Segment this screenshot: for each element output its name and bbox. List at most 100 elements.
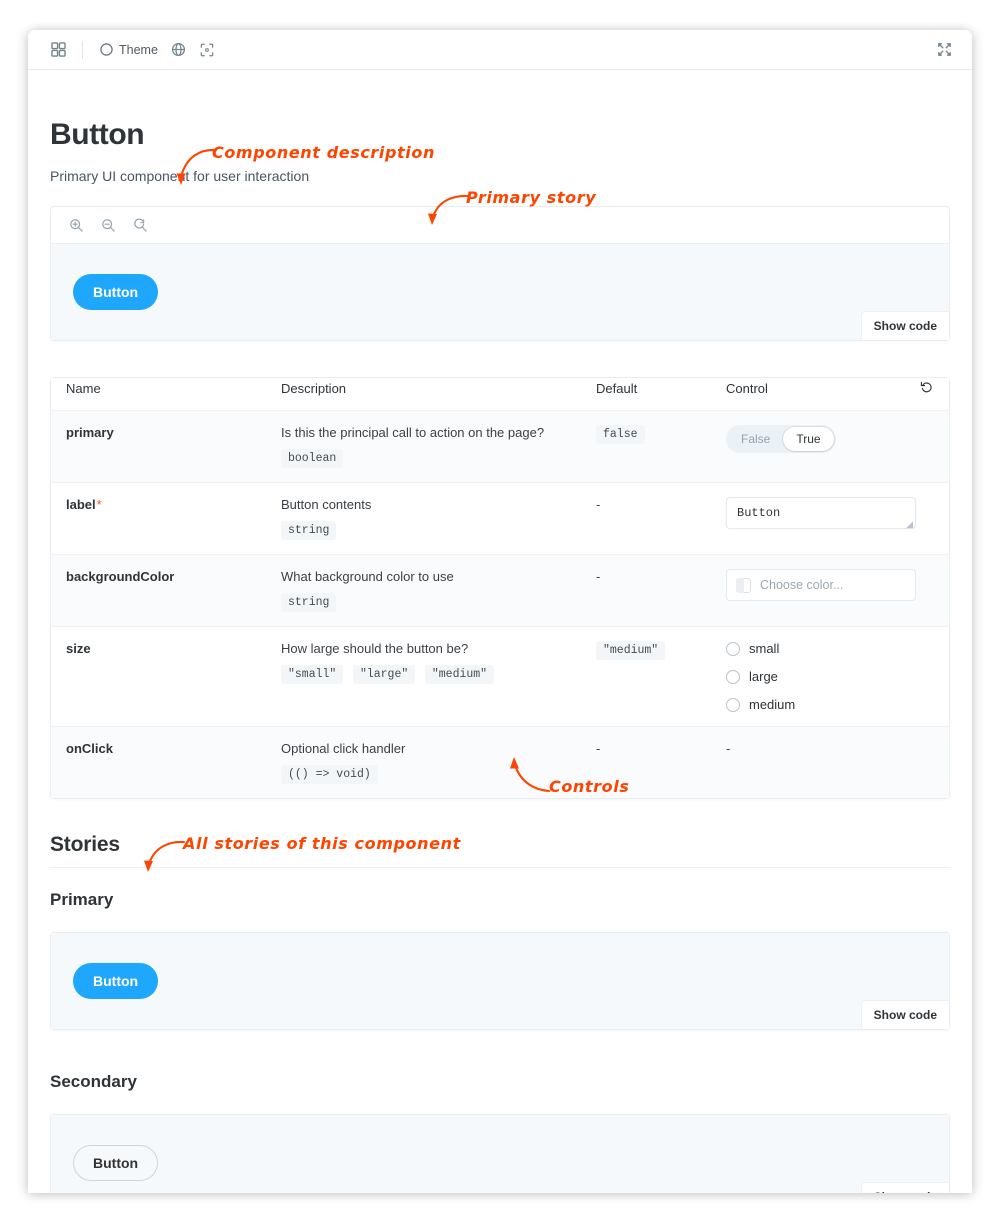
story-secondary: Secondary Button Show code xyxy=(50,1072,950,1193)
header-name: Name xyxy=(51,378,266,410)
page-title: Button xyxy=(50,118,950,152)
zoom-reset-icon[interactable] xyxy=(127,212,153,238)
radio-option-large[interactable]: large xyxy=(726,669,934,684)
arg-name: size xyxy=(66,641,91,656)
measure-icon[interactable] xyxy=(193,36,221,64)
color-swatch-icon[interactable] xyxy=(736,578,751,593)
arg-name-cell: label* xyxy=(51,482,266,554)
arg-name-cell: primary xyxy=(51,410,266,482)
arg-default: - xyxy=(596,569,600,584)
arg-description-cell: What background color to use string xyxy=(266,554,581,626)
arg-default-cell: - xyxy=(581,726,711,798)
table-row: size How large should the button be? "sm… xyxy=(51,626,949,726)
arg-type: (() => void) xyxy=(281,765,378,784)
radio-option-medium[interactable]: medium xyxy=(726,697,934,712)
story-preview: Button Show code xyxy=(50,1114,950,1193)
toggle-true-option[interactable]: True xyxy=(783,427,833,451)
header-control: Control xyxy=(711,378,905,410)
toolbar-divider xyxy=(82,41,83,59)
arg-default: - xyxy=(596,741,600,756)
radio-icon[interactable] xyxy=(726,670,740,684)
arg-name: primary xyxy=(66,425,114,440)
table-row: backgroundColor What background color to… xyxy=(51,554,949,626)
label-textarea-control[interactable] xyxy=(726,497,916,529)
docs-page: Button Primary UI component for user int… xyxy=(50,118,950,1193)
stories-heading: Stories xyxy=(50,833,950,868)
text-control-wrapper: ◢ xyxy=(726,497,916,532)
arg-default: "medium" xyxy=(596,641,665,660)
preview-stage: Button Show code xyxy=(51,244,949,340)
boolean-toggle-control[interactable]: False True xyxy=(726,425,836,453)
show-code-button[interactable]: Show code xyxy=(861,311,949,340)
arg-type: "medium" xyxy=(425,665,494,684)
story-button[interactable]: Button xyxy=(73,963,158,999)
arg-control-cell: ◢ xyxy=(711,482,949,554)
arg-control-cell: Choose color... xyxy=(711,554,949,626)
docs-content: Button Primary UI component for user int… xyxy=(28,70,972,1193)
arg-description: What background color to use xyxy=(281,569,566,584)
story-button[interactable]: Button xyxy=(73,1145,158,1181)
required-asterisk: * xyxy=(97,497,102,512)
arg-control-cell: small large medium xyxy=(711,626,949,726)
radio-label[interactable]: large xyxy=(749,669,778,684)
top-toolbar: Theme xyxy=(28,30,972,70)
arg-description-cell: Button contents string xyxy=(266,482,581,554)
arg-default-cell: false xyxy=(581,410,711,482)
arg-description: Optional click handler xyxy=(281,741,566,756)
arg-name-cell: onClick xyxy=(51,726,266,798)
color-picker-control[interactable]: Choose color... xyxy=(726,569,916,601)
arg-name: backgroundColor xyxy=(66,569,174,584)
arg-name-cell: size xyxy=(51,626,266,726)
radio-option-small[interactable]: small xyxy=(726,641,934,656)
color-input-placeholder[interactable]: Choose color... xyxy=(760,578,843,592)
arg-description-cell: How large should the button be? "small" … xyxy=(266,626,581,726)
arg-default-cell: "medium" xyxy=(581,626,711,726)
arg-control-cell: False True xyxy=(711,410,949,482)
header-description: Description xyxy=(266,378,581,410)
arg-name: onClick xyxy=(66,741,113,756)
header-default: Default xyxy=(581,378,711,410)
arg-name-cell: backgroundColor xyxy=(51,554,266,626)
zoom-in-icon[interactable] xyxy=(63,212,89,238)
show-code-button[interactable]: Show code xyxy=(861,1182,949,1193)
arg-description-cell: Optional click handler (() => void) xyxy=(266,726,581,798)
args-table-head: Name Description Default Control xyxy=(51,378,949,410)
arg-description: Is this the principal call to action on … xyxy=(281,425,566,440)
reset-controls-icon[interactable] xyxy=(905,378,949,410)
arg-type: "large" xyxy=(353,665,415,684)
grid-icon[interactable] xyxy=(44,36,72,64)
arg-default-cell: - xyxy=(581,554,711,626)
theme-toggle-button[interactable]: Theme xyxy=(93,37,165,63)
table-row: label* Button contents string - xyxy=(51,482,949,554)
arg-control-cell: - xyxy=(711,726,949,798)
globe-icon[interactable] xyxy=(165,36,193,64)
arg-type: string xyxy=(281,521,336,540)
preview-stage: Button Show code xyxy=(51,1115,949,1193)
story-primary: Primary Button Show code xyxy=(50,890,950,1030)
arg-description-cell: Is this the principal call to action on … xyxy=(266,410,581,482)
arg-default: false xyxy=(596,425,645,444)
radio-icon[interactable] xyxy=(726,698,740,712)
primary-story-preview: Button Show code xyxy=(50,206,950,341)
args-table: Name Description Default Control xyxy=(50,377,950,799)
arg-default-cell: - xyxy=(581,482,711,554)
preview-toolbar xyxy=(51,207,949,244)
show-code-button[interactable]: Show code xyxy=(861,1000,949,1029)
arg-type: boolean xyxy=(281,449,343,468)
expand-icon[interactable] xyxy=(930,36,958,64)
story-title: Secondary xyxy=(50,1072,950,1092)
zoom-out-icon[interactable] xyxy=(95,212,121,238)
arg-default: - xyxy=(596,497,600,512)
story-button[interactable]: Button xyxy=(73,274,158,310)
table-row: primary Is this the principal call to ac… xyxy=(51,410,949,482)
radio-label[interactable]: small xyxy=(749,641,779,656)
args-table-body: primary Is this the principal call to ac… xyxy=(51,410,949,798)
theme-label: Theme xyxy=(119,43,158,57)
story-preview: Button Show code xyxy=(50,932,950,1030)
radio-icon[interactable] xyxy=(726,642,740,656)
arg-description: How large should the button be? xyxy=(281,641,566,656)
story-title: Primary xyxy=(50,890,950,910)
radio-label[interactable]: medium xyxy=(749,697,795,712)
toggle-false-option[interactable]: False xyxy=(728,427,783,451)
storybook-window: Theme xyxy=(28,30,972,1193)
